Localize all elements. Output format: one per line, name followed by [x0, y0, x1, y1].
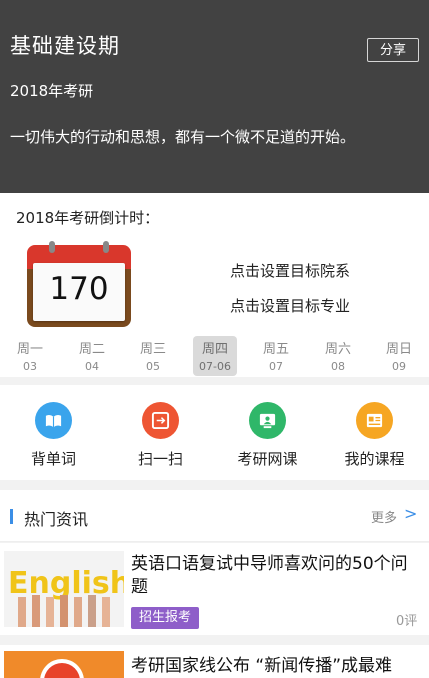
weekday-thu-today[interactable]: 周四 07-06 [193, 336, 237, 376]
news-headline[interactable]: 考研国家线公布 “新闻传播”成最难 [131, 655, 423, 678]
quick-menu: 背单词 扫一扫 考研网课 我的课程 [0, 385, 429, 480]
news-thumbnail: English [4, 551, 124, 627]
share-button[interactable]: 分享 [367, 38, 419, 62]
section-title: 热门资讯 [24, 510, 89, 529]
calendar-icon: 170 [27, 241, 131, 329]
weekday-sun[interactable]: 周日 09 [377, 336, 421, 376]
week-strip: 周一 03 周二 04 周三 05 周四 07-06 周五 07 周六 08 周… [0, 336, 429, 376]
menu-vocabulary[interactable]: 背单词 [0, 385, 107, 480]
comment-count: 0评 [396, 614, 418, 629]
weekday-fri[interactable]: 周五 07 [254, 336, 298, 376]
news-thumbnail [4, 651, 124, 678]
set-target-school-link[interactable]: 点击设置目标院系 [230, 260, 350, 281]
weekday-mon[interactable]: 周一 03 [8, 336, 52, 376]
more-link[interactable]: 更多 [371, 507, 397, 526]
countdown-days: 170 [49, 271, 109, 307]
news-item[interactable]: English 英语口语复试中导师喜欢问的50个问题 招生报考 0评 [0, 543, 429, 635]
exam-year-label: 2018年考研 [10, 82, 94, 100]
weekday-sat[interactable]: 周六 08 [316, 336, 360, 376]
section-marker [10, 509, 13, 524]
menu-my-courses[interactable]: 我的课程 [321, 385, 428, 480]
plan-header: 基础建设期 分享 2018年考研 一切伟大的行动和思想，都有一个微不足道的开始。 [0, 0, 429, 193]
countdown-label: 2018年考研倒计时： [16, 209, 160, 227]
set-target-major-link[interactable]: 点击设置目标专业 [230, 295, 350, 316]
motivational-quote: 一切伟大的行动和思想，都有一个微不足道的开始。 [10, 128, 356, 146]
online-course-icon [249, 402, 286, 439]
news-headline[interactable]: 英语口语复试中导师喜欢问的50个问题 [131, 553, 423, 599]
my-courses-icon [356, 402, 393, 439]
hot-news-header: 热门资讯 更多 > [0, 490, 429, 542]
weekday-wed[interactable]: 周三 05 [131, 336, 175, 376]
weekday-tue[interactable]: 周二 04 [70, 336, 114, 376]
page-title: 基础建设期 [10, 34, 120, 58]
chevron-right-icon[interactable]: > [404, 504, 417, 523]
countdown-card: 2018年考研倒计时： 170 点击设置目标院系 点击设置目标专业 周一 03 … [0, 193, 429, 377]
book-icon [35, 402, 72, 439]
menu-online-course[interactable]: 考研网课 [214, 385, 321, 480]
menu-scan[interactable]: 扫一扫 [107, 385, 214, 480]
news-item[interactable]: 考研国家线公布 “新闻传播”成最难 [0, 645, 429, 678]
scan-icon [142, 402, 179, 439]
news-category-tag[interactable]: 招生报考 [131, 607, 200, 629]
